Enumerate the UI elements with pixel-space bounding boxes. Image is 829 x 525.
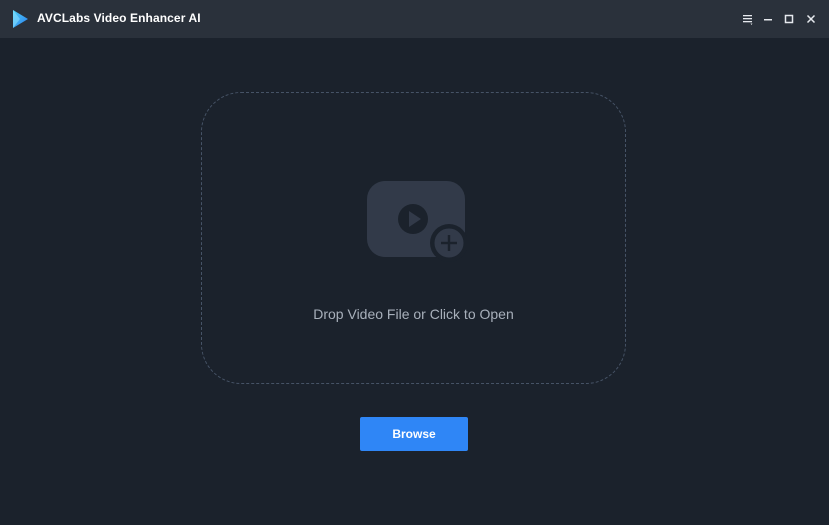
video-drop-zone[interactable]: Drop Video File or Click to Open — [201, 92, 626, 384]
menu-button[interactable] — [739, 10, 757, 28]
maximize-icon — [783, 13, 795, 25]
minimize-icon — [762, 13, 774, 25]
video-add-icon — [365, 179, 468, 263]
close-button[interactable] — [802, 10, 820, 28]
menu-icon — [741, 12, 755, 26]
minimize-button[interactable] — [759, 10, 777, 28]
title-bar: AVCLabs Video Enhancer AI — [0, 0, 829, 38]
app-logo-icon — [10, 9, 30, 29]
browse-button[interactable]: Browse — [360, 417, 468, 451]
drop-instruction-text: Drop Video File or Click to Open — [313, 306, 514, 322]
close-icon — [805, 13, 817, 25]
maximize-button[interactable] — [780, 10, 798, 28]
app-window: AVCLabs Video Enhancer AI Drop Video Fil… — [0, 0, 829, 525]
app-title: AVCLabs Video Enhancer AI — [37, 11, 201, 25]
